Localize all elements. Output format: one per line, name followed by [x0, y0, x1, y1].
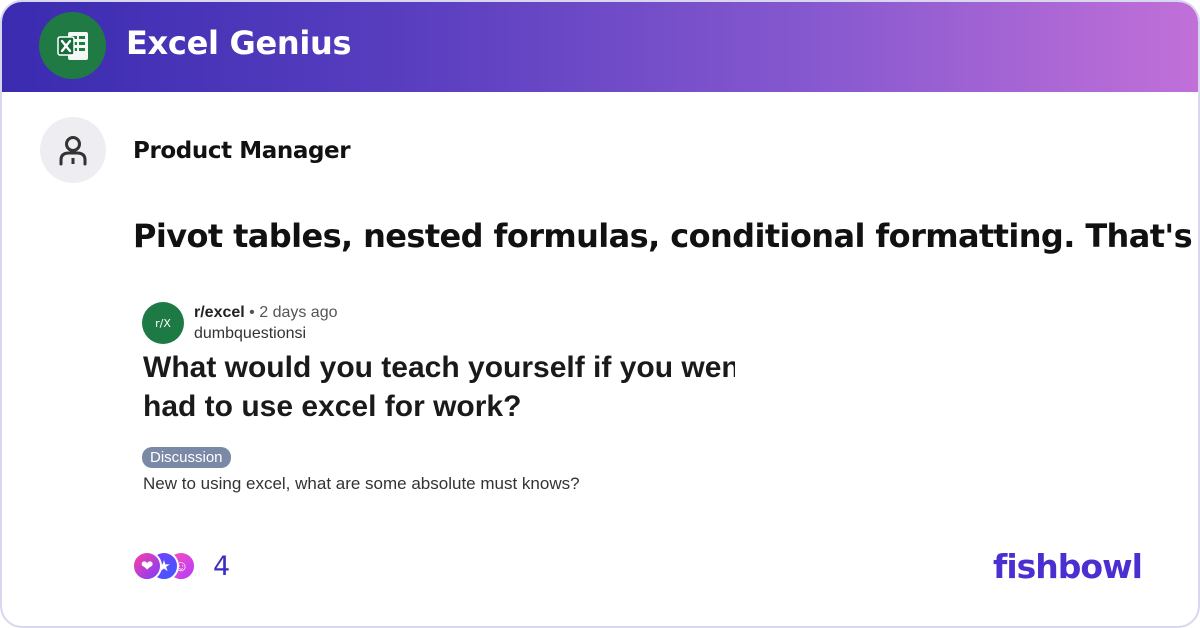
embedded-reddit-screenshot: r/X r/excel • 2 days ago dumbquestionsi …: [140, 300, 740, 500]
heart-icon: ❤: [132, 551, 162, 581]
community-header: Excel Genius: [2, 2, 1198, 92]
community-title[interactable]: Excel Genius: [126, 24, 352, 62]
reddit-title-line-2: had to use excel for work?: [143, 390, 522, 423]
post-time: • 2 days ago: [249, 304, 338, 321]
reddit-username: dumbquestionsi: [194, 325, 307, 342]
fishbowl-logo[interactable]: fishbowl: [993, 547, 1143, 586]
reactions-icons[interactable]: ❤ ★ ☺: [132, 551, 202, 583]
reddit-post-body: New to using excel, what are some absolu…: [143, 474, 580, 493]
user-icon: [59, 136, 87, 166]
subreddit-meta: r/excel • 2 days ago: [194, 304, 338, 322]
avatar[interactable]: [40, 117, 106, 183]
author-name[interactable]: Product Manager: [133, 138, 351, 164]
subreddit-icon: r/X: [142, 302, 184, 344]
reaction-count[interactable]: 4: [213, 551, 230, 582]
reddit-post-title: What would you teach yourself if you wen…: [143, 348, 735, 430]
reddit-title-line-1: What would you teach yourself if you wen…: [143, 351, 735, 384]
subreddit-name: r/excel: [194, 304, 245, 321]
post-title[interactable]: Pivot tables, nested formulas, condition…: [133, 217, 1198, 255]
post-card[interactable]: Excel Genius Product Manager Pivot table…: [0, 0, 1200, 628]
flair-badge: Discussion: [142, 447, 231, 468]
excel-logo-icon: [39, 12, 106, 79]
